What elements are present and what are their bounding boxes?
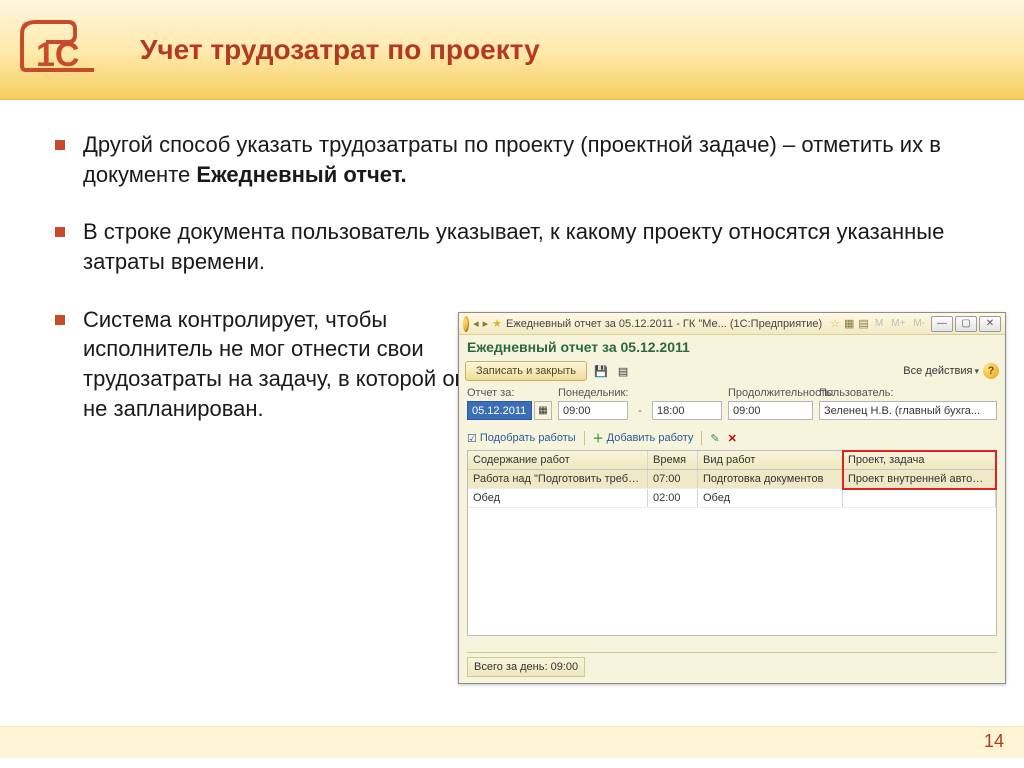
- toolbar: Записать и закрыть 💾 ▤ Все действия ?: [459, 359, 1005, 387]
- cell-time: 07:00: [648, 470, 698, 488]
- duration-input[interactable]: 09:00: [728, 401, 813, 420]
- slide-header: ® 1C Учет трудозатрат по проекту: [0, 0, 1024, 100]
- col-header-kind[interactable]: Вид работ: [698, 451, 843, 469]
- help-icon[interactable]: ?: [983, 363, 999, 379]
- add-work-label: Добавить работу: [607, 432, 694, 444]
- bullet-item: Другой способ указать трудозатраты по пр…: [55, 130, 984, 189]
- grid-row[interactable]: Обед 02:00 Обед: [468, 489, 996, 508]
- grid-row[interactable]: Работа над "Подготовить требования к ...…: [468, 470, 996, 489]
- toolbar-icon[interactable]: ▦: [844, 317, 854, 331]
- minimize-button[interactable]: —: [931, 316, 953, 332]
- fields-panel: Отчет за: Понедельник: Продолжительность…: [459, 387, 1005, 424]
- nav-fwd-icon[interactable]: ▸: [483, 317, 489, 331]
- separator: [584, 431, 585, 445]
- sub-toolbar: ☑ Подобрать работы ＋ Добавить работу ✎ ✕: [467, 430, 997, 446]
- label-user: Пользователь:: [819, 387, 997, 399]
- cell-content: Работа над "Подготовить требования к ...: [468, 470, 648, 488]
- label-weekday: Понедельник:: [558, 387, 628, 399]
- bullet-item: В строке документа пользователь указывае…: [55, 217, 984, 276]
- time-to-input[interactable]: 18:00: [652, 401, 722, 420]
- edit-icon[interactable]: ✎: [710, 432, 719, 445]
- cell-kind: Обед: [698, 489, 843, 507]
- label-duration: Продолжительность:: [728, 387, 813, 399]
- nav-back-icon[interactable]: ◂: [473, 317, 479, 331]
- cell-project: Проект внутренней автомати...: [843, 470, 996, 488]
- bullet-marker: [55, 140, 65, 150]
- works-grid[interactable]: Содержание работ Время Вид работ Проект,…: [467, 450, 997, 636]
- bullet-bold-text: Ежедневный отчет.: [196, 162, 406, 187]
- titlebar: ◂ ▸ ★ Ежедневный отчет за 05.12.2011 - Г…: [459, 313, 1005, 335]
- plus-icon: ＋: [593, 430, 604, 446]
- m-minus-indicator: M-: [911, 318, 927, 329]
- delete-icon[interactable]: ✕: [728, 432, 737, 445]
- favorite-star-icon[interactable]: ★: [492, 317, 502, 331]
- document-title: Ежедневный отчет за 05.12.2011: [459, 335, 1005, 359]
- cell-time: 02:00: [648, 489, 698, 507]
- save-icon[interactable]: 💾: [593, 363, 609, 379]
- bullet-text: Система контролирует, чтобы исполнитель …: [83, 305, 483, 424]
- cell-content: Обед: [468, 489, 648, 507]
- bullet-item: Система контролирует, чтобы исполнитель …: [55, 305, 483, 424]
- bullet-marker: [55, 227, 65, 237]
- grid-footer: Всего за день: 09:00: [467, 652, 997, 677]
- pick-works-label: Подобрать работы: [480, 432, 576, 444]
- maximize-button[interactable]: ▢: [955, 316, 977, 332]
- all-actions-dropdown[interactable]: Все действия: [903, 365, 979, 377]
- pick-works-link[interactable]: ☑ Подобрать работы: [467, 432, 576, 445]
- cell-kind: Подготовка документов: [698, 470, 843, 488]
- svg-text:1C: 1C: [36, 36, 79, 74]
- dash-separator: -: [634, 405, 646, 417]
- toolbar-icon[interactable]: ▤: [858, 317, 868, 331]
- add-work-link[interactable]: ＋ Добавить работу: [593, 430, 694, 446]
- app-icon-1c: [463, 316, 469, 332]
- document-icon[interactable]: ▤: [615, 363, 631, 379]
- separator: [701, 431, 702, 445]
- date-input[interactable]: 05.12.2011: [467, 401, 532, 420]
- close-button[interactable]: ✕: [979, 316, 1001, 332]
- calendar-icon[interactable]: ▦: [534, 401, 552, 420]
- user-input[interactable]: Зеленец Н.В. (главный бухга...: [819, 401, 997, 420]
- label-date: Отчет за:: [467, 387, 552, 399]
- save-and-close-button[interactable]: Записать и закрыть: [465, 361, 587, 381]
- titlebar-text: Ежедневный отчет за 05.12.2011 - ГК "Ме.…: [506, 318, 822, 330]
- logo-1c: ® 1C: [0, 0, 120, 99]
- m-indicator: M: [873, 318, 885, 329]
- col-header-content[interactable]: Содержание работ: [468, 451, 648, 469]
- slide-title: Учет трудозатрат по проекту: [140, 34, 540, 66]
- app-window: ◂ ▸ ★ Ежедневный отчет за 05.12.2011 - Г…: [458, 312, 1006, 684]
- toolbar-icon[interactable]: ☆: [830, 317, 840, 331]
- grid-header-row: Содержание работ Время Вид работ Проект,…: [468, 451, 996, 470]
- bullet-text: В строке документа пользователь указывае…: [83, 217, 984, 276]
- time-from-input[interactable]: 09:00: [558, 401, 628, 420]
- col-header-time[interactable]: Время: [648, 451, 698, 469]
- cell-project: [843, 489, 996, 507]
- bullet-marker: [55, 315, 65, 325]
- col-header-project[interactable]: Проект, задача: [843, 451, 996, 469]
- pick-icon: ☑: [467, 432, 477, 445]
- footer-total: Всего за день: 09:00: [467, 657, 585, 677]
- m-plus-indicator: M+: [889, 318, 907, 329]
- page-number: 14: [0, 726, 1024, 758]
